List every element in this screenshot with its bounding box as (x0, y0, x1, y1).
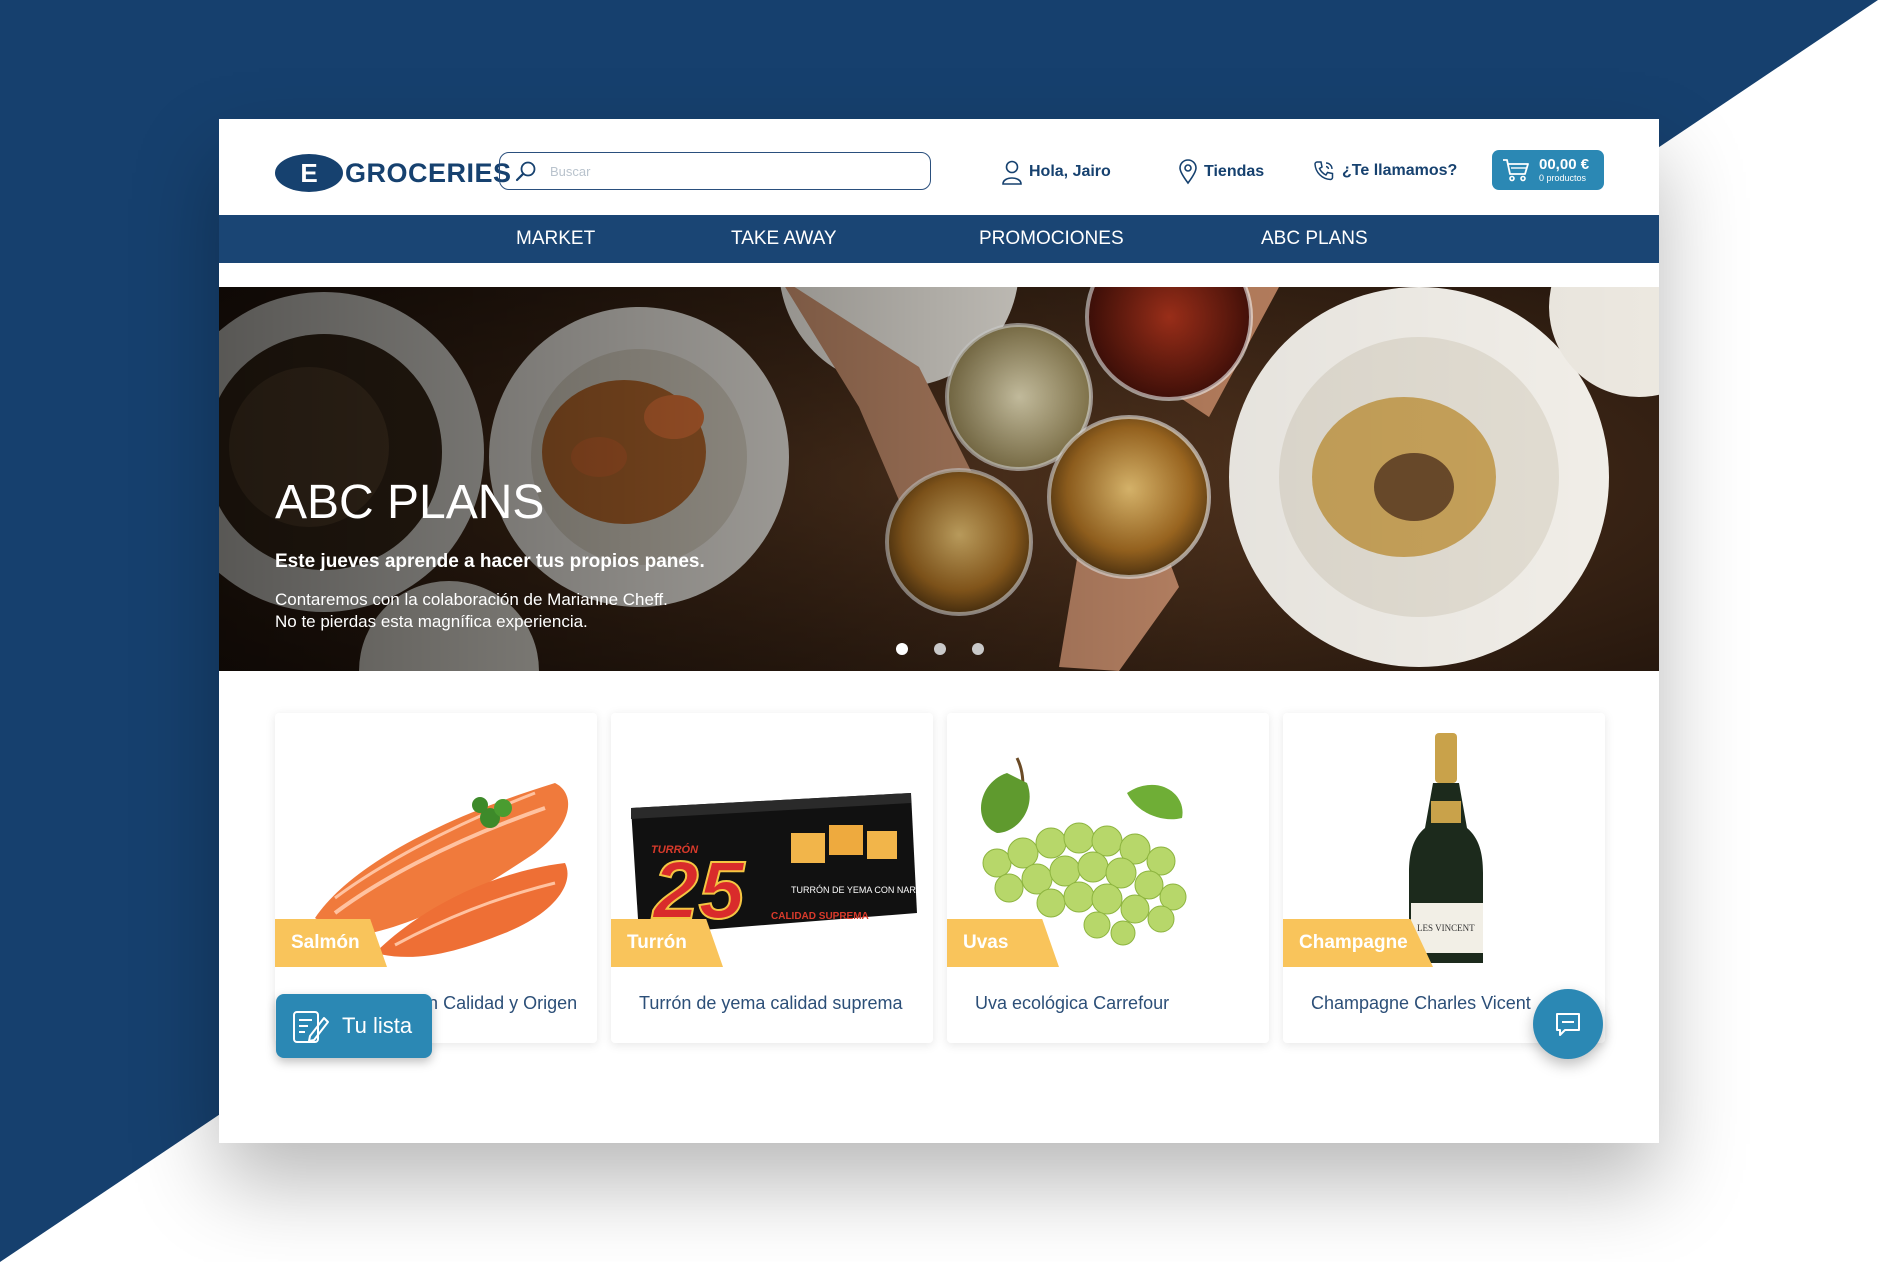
product-tag: Salmón (275, 919, 387, 967)
shopping-list-button[interactable]: Tu lista (276, 994, 432, 1058)
pack-label: TURRÓN DE YEMA CON NARANJA (791, 885, 933, 895)
hero-description-line-2: No te pierdas esta magnífica experiencia… (275, 612, 588, 631)
logo-text: GROCERIES (345, 157, 512, 188)
product-card-turron[interactable]: TURRÓN 25 TURRÓN DE YEMA CON NARANJA CAL… (611, 713, 933, 1043)
carousel-dot-3[interactable] (972, 643, 984, 655)
main-nav: MARKET TAKE AWAY PROMOCIONES ABC PLANS (219, 215, 1659, 263)
logo[interactable]: E GROCERIES (275, 153, 512, 193)
hero-description: Contaremos con la colaboración de Marian… (275, 589, 668, 633)
bottle-label: LES VINCENT (1417, 923, 1475, 933)
nav-item-take-away[interactable]: TAKE AWAY (731, 215, 837, 263)
hero-description-line-1: Contaremos con la colaboración de Marian… (275, 590, 668, 609)
search-box[interactable] (499, 152, 931, 190)
hero-banner[interactable]: ABC PLANS Este jueves aprende a hacer tu… (219, 287, 1659, 671)
stores-text: Tiendas (1204, 163, 1265, 180)
carousel-dots (896, 643, 984, 655)
greeting-text: Hola, Jairo (1029, 163, 1111, 180)
product-card-uvas[interactable]: Uvas Uva ecológica Carrefour (947, 713, 1269, 1043)
hero-title: ABC PLANS (275, 476, 545, 529)
chat-button[interactable] (1533, 989, 1603, 1059)
phone-icon (1314, 161, 1334, 181)
account-link[interactable]: Hola, Jairo (1001, 159, 1111, 185)
user-icon (1002, 160, 1022, 185)
nav-item-promociones[interactable]: PROMOCIONES (979, 215, 1124, 263)
product-name: Champagne Charles Vicent (1311, 993, 1531, 1013)
search-input[interactable] (548, 162, 892, 180)
nav-item-abc-plans[interactable]: ABC PLANS (1261, 215, 1368, 263)
product-tag: Uvas (947, 919, 1059, 967)
header: E GROCERIES Hola, Jairo Tiendas (219, 119, 1659, 215)
logo-letter: E (300, 157, 318, 188)
notepad-edit-icon (293, 1011, 329, 1043)
logo-badge: E (275, 154, 343, 192)
product-tag: Turrón (611, 919, 723, 967)
call-us-link[interactable]: ¿Te llamamos? (1312, 159, 1457, 183)
cart-count: 0 productos (1539, 173, 1587, 183)
nav-item-market[interactable]: MARKET (516, 215, 595, 263)
shopping-list-label: Tu lista (342, 1013, 413, 1038)
pack-quality: CALIDAD SUPREMA (771, 911, 869, 922)
stores-link[interactable]: Tiendas (1178, 159, 1264, 185)
search-icon (515, 161, 536, 182)
hero-subtitle: Este jueves aprende a hacer tus propios … (275, 551, 705, 572)
product-name: Uva ecológica Carrefour (975, 993, 1170, 1013)
carousel-dot-1[interactable] (896, 643, 908, 655)
product-name: Turrón de yema calidad suprema (639, 993, 903, 1013)
location-pin-icon (1179, 159, 1197, 185)
chat-icon (1556, 1013, 1580, 1036)
cart-icon (1503, 159, 1529, 182)
cart-button[interactable]: 00,00 € 0 productos (1492, 150, 1604, 190)
call-us-text: ¿Te llamamos? (1342, 162, 1458, 179)
product-tag: Champagne (1283, 919, 1433, 967)
carousel-dot-2[interactable] (934, 643, 946, 655)
cart-amount: 00,00 € (1539, 156, 1590, 173)
